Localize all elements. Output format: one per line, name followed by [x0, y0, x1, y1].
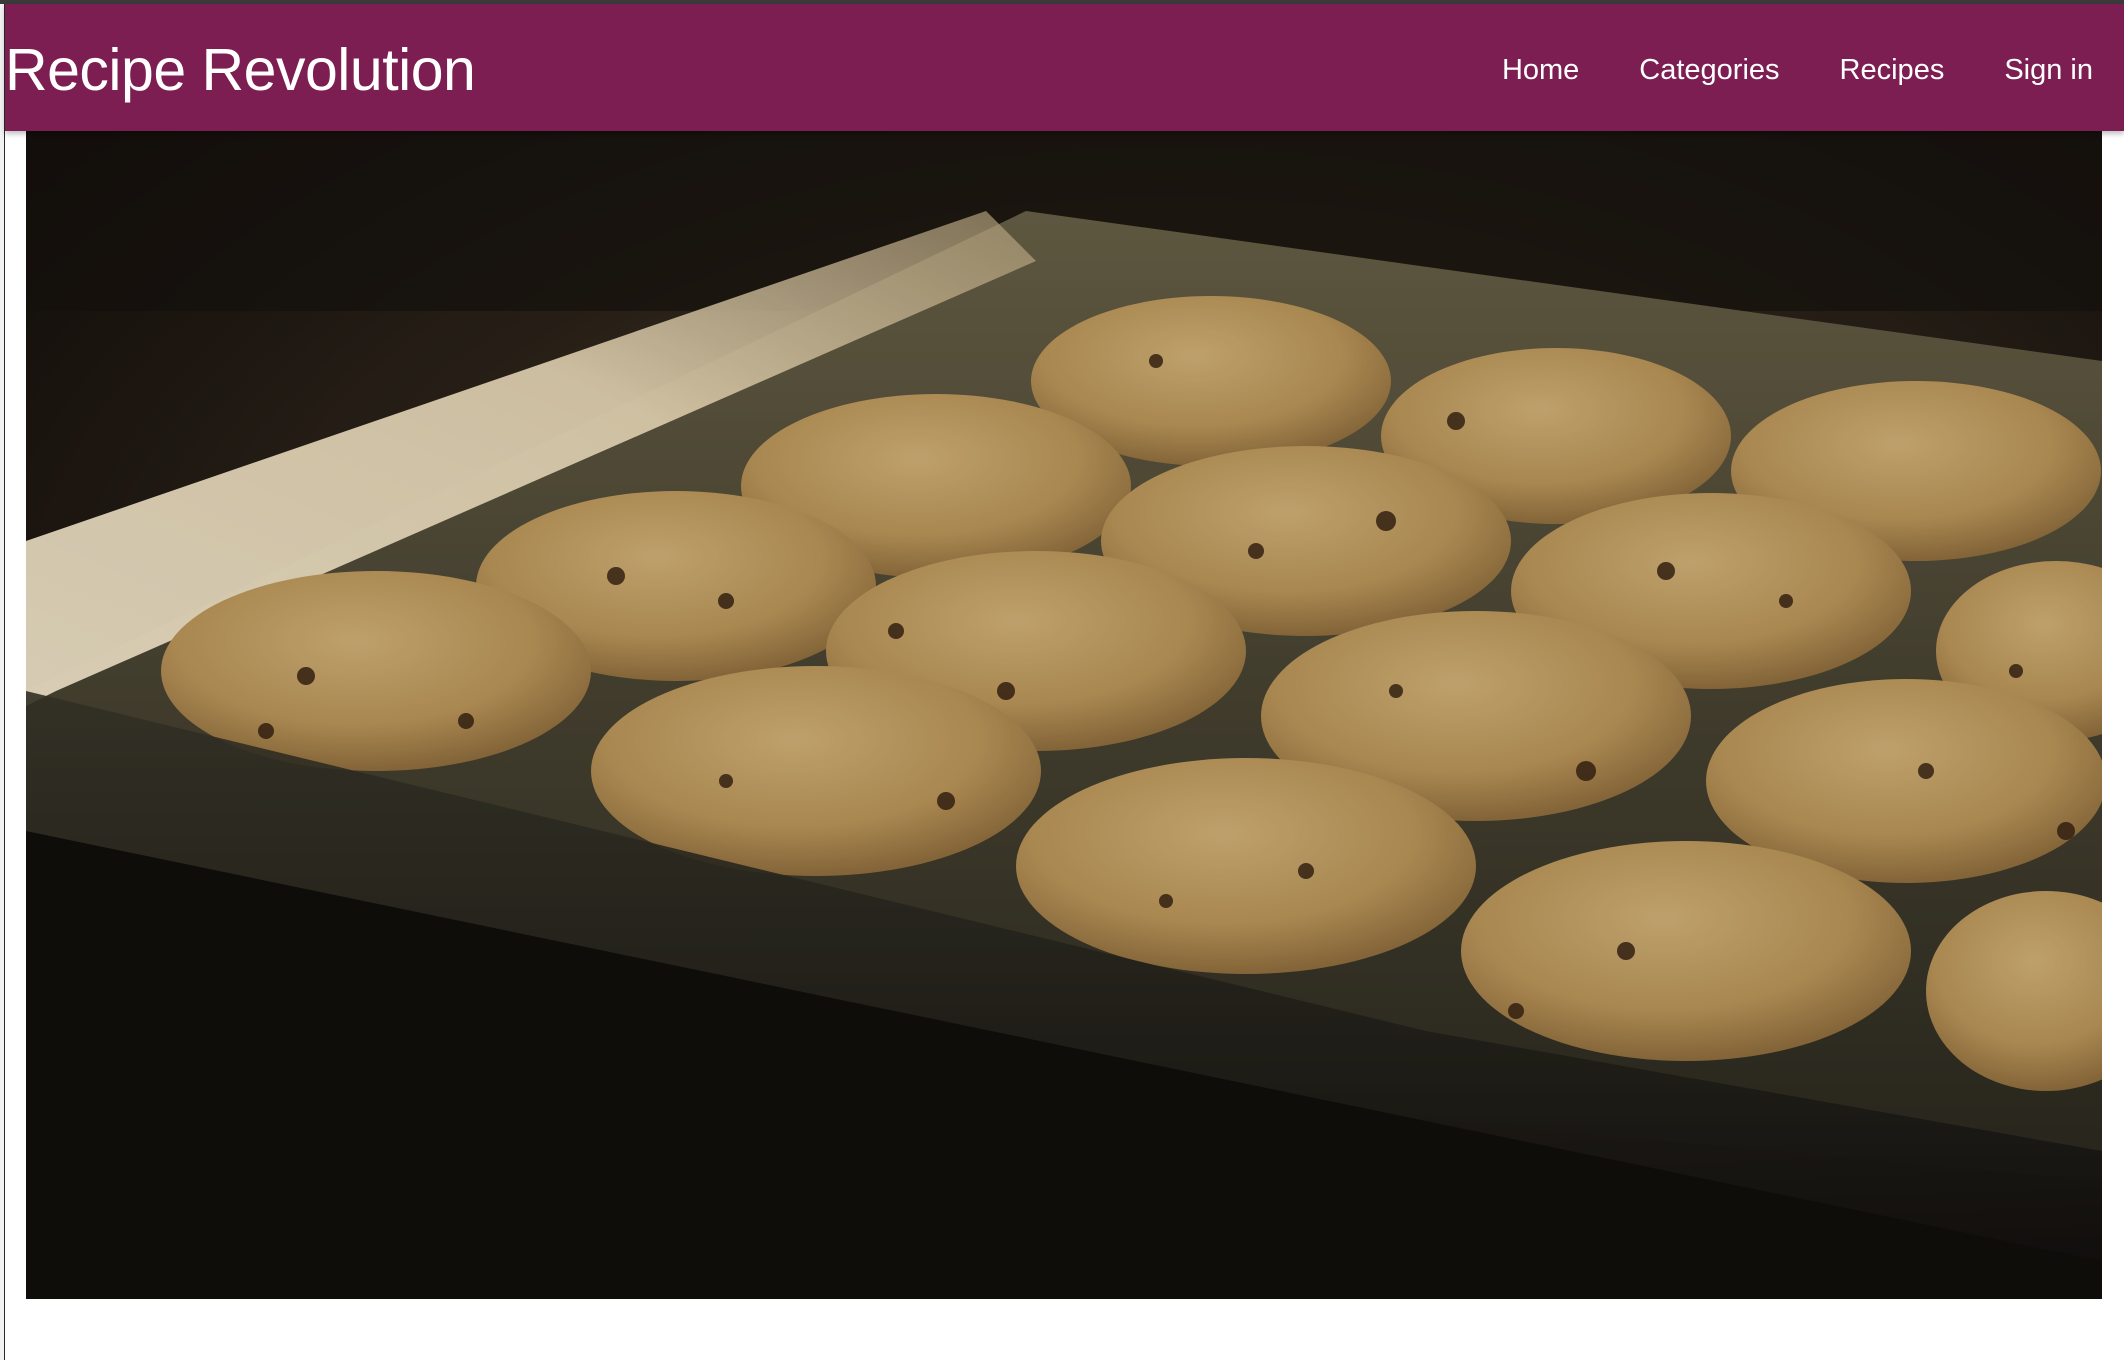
- nav-item-recipes: Recipes: [1840, 54, 1945, 87]
- nav-item-home: Home: [1502, 54, 1579, 87]
- nav-link-home[interactable]: Home: [1502, 54, 1579, 86]
- navbar: Recipe Revolution Home Categories Recipe…: [5, 4, 2124, 131]
- nav-link-categories[interactable]: Categories: [1639, 54, 1779, 86]
- window-left-edge: [0, 0, 5, 1360]
- nav-menu: Home Categories Recipes Sign in: [1502, 54, 2093, 87]
- hero-image: [26, 131, 2102, 1299]
- nav-item-sign-in: Sign in: [2004, 54, 2093, 87]
- brand-logo-link[interactable]: Recipe Revolution: [5, 36, 476, 104]
- nav-link-recipes[interactable]: Recipes: [1840, 54, 1945, 86]
- nav-link-sign-in[interactable]: Sign in: [2004, 54, 2093, 86]
- nav-item-categories: Categories: [1639, 54, 1779, 87]
- page: Recipe Revolution Home Categories Recipe…: [0, 0, 2124, 1360]
- hero-photo-cookies-in-oven: [26, 131, 2102, 1299]
